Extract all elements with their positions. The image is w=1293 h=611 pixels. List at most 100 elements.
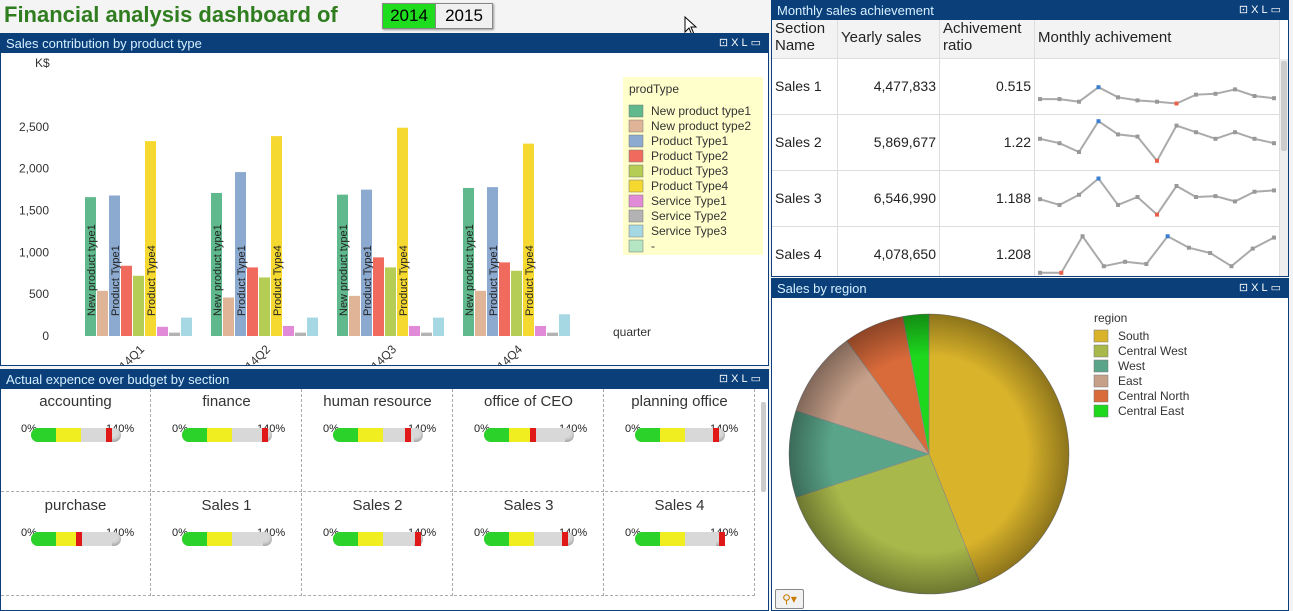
table-row[interactable]: Sales 1 4,477,833 0.515 xyxy=(772,58,1280,115)
legend-swatch[interactable] xyxy=(1093,344,1109,358)
legend-swatch[interactable] xyxy=(1093,329,1109,343)
gauge-needle xyxy=(718,532,725,546)
restore-icon[interactable]: ⊡ xyxy=(1239,282,1251,294)
minimize-icon[interactable]: ▭ xyxy=(751,373,764,385)
gauge-cell[interactable]: Sales 1 0% 140% xyxy=(152,493,302,596)
legend-item[interactable]: Central East xyxy=(1118,404,1185,418)
legend-swatch[interactable] xyxy=(628,149,644,163)
minimize-icon[interactable]: ▭ xyxy=(1271,282,1284,294)
bar[interactable] xyxy=(247,267,258,336)
monthly-sales-panel: Monthly sales achievement ⊡XL▭ Section N… xyxy=(771,0,1289,277)
gauge-cell[interactable]: Sales 2 0% 140% xyxy=(303,493,453,596)
legend-item[interactable]: Service Type2 xyxy=(651,209,727,223)
bar[interactable] xyxy=(349,295,360,336)
bar[interactable] xyxy=(535,325,546,336)
bar[interactable] xyxy=(169,332,180,336)
restore-icon[interactable]: ⊡ xyxy=(719,37,731,49)
legend-item[interactable]: New product type2 xyxy=(651,119,751,133)
minimize-icon[interactable]: ▭ xyxy=(751,37,764,49)
bar[interactable] xyxy=(475,290,486,336)
gauge-bar xyxy=(635,428,725,442)
bar[interactable] xyxy=(295,332,306,336)
legend-swatch[interactable] xyxy=(1093,374,1109,388)
gauge-cell[interactable]: office of CEO 0% 140% xyxy=(454,389,604,492)
bar[interactable] xyxy=(223,297,234,336)
bar[interactable] xyxy=(259,277,270,336)
table-row[interactable]: Sales 4 4,078,650 1.208 xyxy=(772,226,1280,276)
search-icon[interactable]: ⚲▾ xyxy=(775,589,804,609)
bar[interactable] xyxy=(181,317,192,336)
bar[interactable] xyxy=(373,257,384,336)
legend-item[interactable]: South xyxy=(1118,329,1149,343)
legend-swatch[interactable] xyxy=(1093,404,1109,418)
restore-icon[interactable]: ⊡ xyxy=(1239,4,1251,16)
bar[interactable] xyxy=(121,265,132,336)
col-header-monthly[interactable]: Monthly achivement xyxy=(1034,20,1280,59)
legend-item[interactable]: Service Type3 xyxy=(651,224,727,238)
legend-item[interactable]: Product Type2 xyxy=(651,149,728,163)
gauge-cell[interactable]: purchase 0% 140% xyxy=(1,493,151,596)
vertical-scrollbar[interactable] xyxy=(1280,59,1288,276)
legend-item[interactable]: New product type1 xyxy=(651,104,751,118)
legend-item[interactable]: Central North xyxy=(1118,389,1189,403)
restore-icon[interactable]: ⊡ xyxy=(719,373,731,385)
vertical-scrollbar[interactable] xyxy=(761,402,766,492)
legend-item[interactable]: Central West xyxy=(1118,344,1188,358)
bar[interactable] xyxy=(559,314,570,336)
bar[interactable] xyxy=(133,275,144,336)
legend-swatch[interactable] xyxy=(628,119,644,133)
gauge-cell[interactable]: planning office 0% 140% xyxy=(605,389,755,492)
legend-swatch[interactable] xyxy=(628,194,644,208)
bar[interactable] xyxy=(409,325,420,336)
bar[interactable] xyxy=(283,325,294,336)
col-header-section[interactable]: Section Name xyxy=(772,20,838,59)
legend-swatch[interactable] xyxy=(628,164,644,178)
xl-export-button[interactable]: XL xyxy=(731,37,750,49)
gauge-cell[interactable]: Sales 3 0% 140% xyxy=(454,493,604,596)
gauge-label: finance xyxy=(202,393,251,410)
legend-swatch[interactable] xyxy=(1093,359,1109,373)
legend-item[interactable]: West xyxy=(1118,359,1146,373)
year-2014-button[interactable]: 2014 xyxy=(382,3,436,29)
section-name-cell: Sales 2 xyxy=(772,114,838,171)
bar[interactable] xyxy=(157,326,168,336)
gauge-cell[interactable]: accounting 0% 140% xyxy=(1,389,151,492)
year-2015-button[interactable]: 2015 xyxy=(435,3,493,29)
bar[interactable] xyxy=(499,262,510,336)
xl-export-button[interactable]: XL xyxy=(1251,282,1270,294)
gauge-cell[interactable]: finance 0% 140% xyxy=(152,389,302,492)
gauge-segment xyxy=(81,532,112,546)
legend-swatch[interactable] xyxy=(628,224,644,238)
xl-export-button[interactable]: XL xyxy=(1251,4,1270,16)
bar[interactable] xyxy=(511,270,522,336)
bar[interactable] xyxy=(307,317,318,336)
gauge-cell[interactable]: Sales 40%140% xyxy=(605,493,755,596)
monthly-sales-table: Section Name Yearly sales Achivement rat… xyxy=(772,20,1280,276)
legend-item[interactable]: Service Type1 xyxy=(651,194,727,208)
gauge-segment xyxy=(232,428,263,442)
minimize-icon[interactable]: ▭ xyxy=(1271,4,1284,16)
col-header-ratio[interactable]: Achivement ratio xyxy=(939,20,1035,59)
legend-item[interactable]: - xyxy=(651,239,655,253)
legend-swatch[interactable] xyxy=(628,134,644,148)
legend-swatch[interactable] xyxy=(628,209,644,223)
legend-item[interactable]: Product Type3 xyxy=(651,164,728,178)
legend-item[interactable]: Product Type1 xyxy=(651,134,728,148)
table-row[interactable]: Sales 2 5,869,677 1.22 xyxy=(772,114,1280,171)
legend-item[interactable]: Product Type4 xyxy=(651,179,728,193)
legend-item[interactable]: East xyxy=(1118,374,1143,388)
bar[interactable] xyxy=(547,332,558,336)
xl-export-button[interactable]: XL xyxy=(731,373,750,385)
scroll-thumb[interactable] xyxy=(1281,61,1287,151)
gauge-cell[interactable]: human resource 0% 140% xyxy=(303,389,453,492)
bar[interactable] xyxy=(97,290,108,336)
table-row[interactable]: Sales 3 6,546,990 1.188 xyxy=(772,170,1280,227)
legend-swatch[interactable] xyxy=(1093,389,1109,403)
legend-swatch[interactable] xyxy=(628,239,644,253)
legend-swatch[interactable] xyxy=(628,104,644,118)
bar[interactable] xyxy=(421,332,432,336)
col-header-yearly[interactable]: Yearly sales xyxy=(837,20,940,59)
bar[interactable] xyxy=(385,267,396,336)
legend-swatch[interactable] xyxy=(628,179,644,193)
bar[interactable] xyxy=(433,317,444,336)
